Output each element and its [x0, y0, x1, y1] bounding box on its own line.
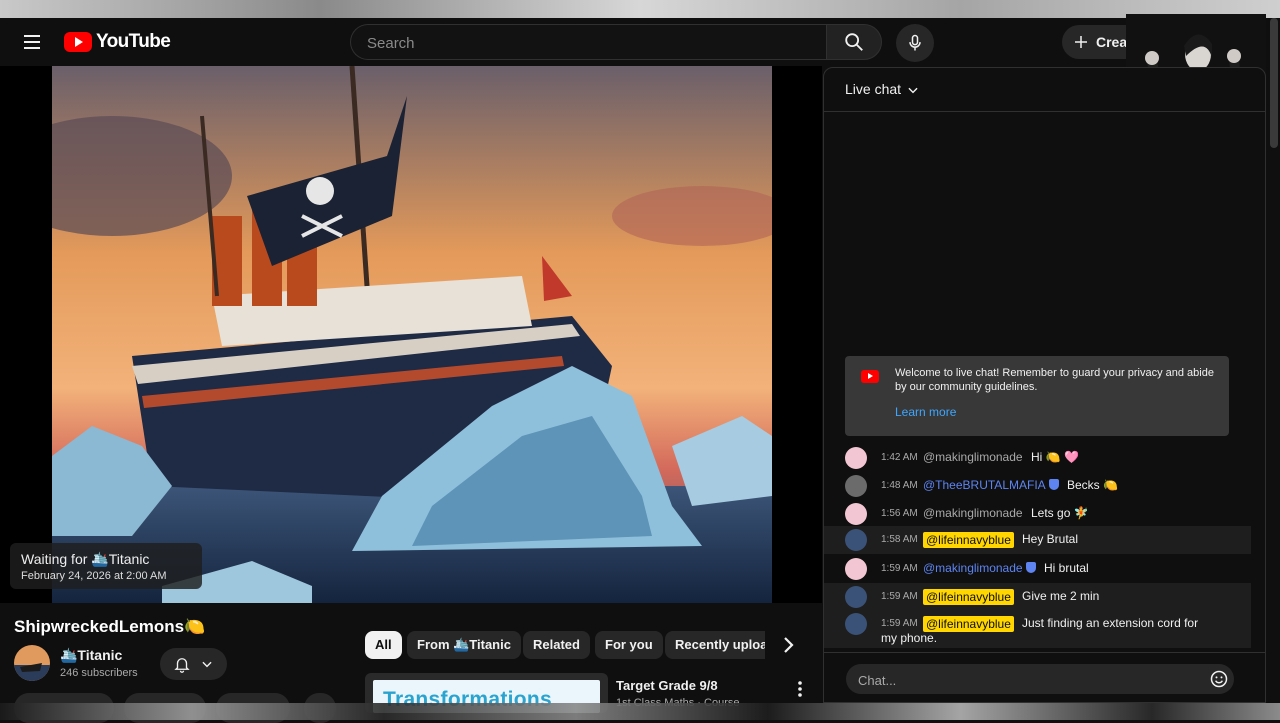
chip-all[interactable]: All: [365, 631, 402, 659]
chat-timestamp: 1:56 AM: [881, 508, 918, 519]
chat-author-avatar[interactable]: [845, 529, 867, 551]
welcome-text: Welcome to live chat! Remember to guard …: [895, 367, 1214, 393]
learn-more-link[interactable]: Learn more: [895, 405, 956, 419]
chat-author-name[interactable]: @makinglimonade: [923, 450, 1023, 464]
chat-author-name[interactable]: @makinglimonade: [923, 506, 1023, 520]
chat-message-text: Give me 2 min: [1022, 589, 1100, 603]
chat-message-text: Hi brutal: [1044, 561, 1089, 575]
youtube-play-icon: [64, 32, 92, 52]
channel-avatar[interactable]: [14, 645, 50, 681]
premiere-waiting-badge: Waiting for 🛳️Titanic February 24, 2026 …: [10, 543, 202, 589]
chat-message[interactable]: 1:59 AM @lifeinnavyblue Give me 2 min: [824, 583, 1251, 611]
waiting-line: Waiting for 🛳️Titanic: [21, 551, 149, 568]
voice-search-button[interactable]: [896, 24, 934, 62]
chat-timestamp: 1:42 AM: [881, 452, 918, 463]
video-title: ShipwreckedLemons🍋: [14, 617, 206, 636]
chat-timestamp: 1:58 AM: [881, 534, 918, 545]
channel-name[interactable]: 🛳️Titanic: [60, 647, 122, 664]
chat-author-name[interactable]: @lifeinnavyblue: [923, 589, 1014, 605]
chip-related[interactable]: Related: [523, 631, 590, 659]
notifications-button[interactable]: [160, 648, 227, 680]
recommended-video-title[interactable]: Target Grade 9/8: [616, 678, 718, 693]
premiere-datetime: February 24, 2026 at 2:00 AM: [21, 570, 167, 582]
chevron-down-icon[interactable]: [906, 83, 920, 97]
chat-welcome-banner: Welcome to live chat! Remember to guard …: [845, 356, 1229, 436]
more-vert-icon[interactable]: [794, 680, 806, 698]
waiting-prefix: Waiting for: [21, 551, 92, 567]
bell-icon: [174, 658, 190, 673]
chat-header[interactable]: Live chat: [824, 68, 1265, 112]
search-button[interactable]: [826, 24, 882, 60]
chat-message-text: Becks 🍋: [1067, 478, 1118, 492]
search-icon: [845, 33, 863, 51]
chat-author-name[interactable]: @TheeBRUTALMAFIA: [923, 478, 1059, 492]
chat-message[interactable]: 1:48 AM @TheeBRUTALMAFIA Becks 🍋: [824, 472, 1251, 500]
chat-message-text: Lets go 🧚: [1031, 506, 1089, 520]
chevron-right-icon[interactable]: [776, 633, 800, 657]
chat-timestamp: 1:59 AM: [881, 563, 918, 574]
channel-avatar-image: [14, 645, 50, 681]
youtube-logo[interactable]: YouTube: [64, 31, 171, 53]
live-chat-panel: Live chat Welcome to live chat! Remember…: [823, 67, 1266, 703]
chip-from-channel[interactable]: From 🛳️Titanic: [407, 631, 521, 659]
chat-author-avatar[interactable]: [845, 613, 867, 635]
youtube-icon: [861, 370, 879, 383]
video-thumbnail-image: [52, 66, 772, 603]
bottom-background-strip: [0, 703, 1280, 720]
chat-message-text: Hi 🍋 🩷: [1031, 450, 1079, 464]
chat-mode-label[interactable]: Live chat: [845, 81, 901, 97]
chat-message[interactable]: 1:59 AM @makinglimonade Hi brutal: [824, 555, 1251, 583]
chat-author-avatar[interactable]: [845, 586, 867, 608]
chat-author-avatar[interactable]: [845, 475, 867, 497]
masthead: YouTube Creat: [0, 18, 1280, 66]
menu-icon[interactable]: [20, 30, 44, 54]
related-filter-chips: All From 🛳️Titanic Related For you Recen…: [365, 631, 765, 661]
chat-message-text: Hey Brutal: [1022, 532, 1079, 546]
chat-input-box: [846, 664, 1234, 696]
search-input[interactable]: [365, 25, 809, 61]
page-scrollbar[interactable]: [1270, 18, 1278, 148]
search-box: [350, 24, 826, 61]
chip-recently-uploaded[interactable]: Recently uploaded: [665, 631, 765, 659]
chat-input-area: [824, 652, 1265, 702]
plus-icon: [1075, 36, 1087, 48]
chevron-down-icon: [202, 661, 212, 668]
chat-input[interactable]: [856, 664, 1200, 696]
chat-author-name[interactable]: @makinglimonade: [923, 561, 1036, 575]
chat-message[interactable]: 1:42 AM @makinglimonade Hi 🍋 🩷: [824, 444, 1251, 472]
video-player[interactable]: Waiting for 🛳️Titanic February 24, 2026 …: [0, 66, 822, 603]
chat-message-text: Just finding an extension cord for my ph…: [881, 616, 1199, 645]
logo-text: YouTube: [96, 31, 171, 52]
waiting-channel: 🛳️Titanic: [91, 551, 150, 567]
chat-message[interactable]: 1:58 AM @lifeinnavyblue Hey Brutal: [824, 526, 1251, 554]
chat-timestamp: 1:59 AM: [881, 591, 918, 602]
chat-message[interactable]: 1:59 AM @lifeinnavyblue Just finding an ex…: [824, 610, 1251, 648]
chip-for-you[interactable]: For you: [595, 631, 663, 659]
moderator-shield-icon: [1025, 562, 1036, 573]
chat-timestamp: 1:48 AM: [881, 480, 918, 491]
chat-message[interactable]: 1:56 AM @makinglimonade Lets go 🧚: [824, 500, 1251, 528]
top-background-strip: [0, 0, 1280, 18]
subscriber-count: 246 subscribers: [60, 667, 138, 679]
moderator-shield-icon: [1048, 479, 1059, 490]
chat-author-avatar[interactable]: [845, 503, 867, 525]
emoji-icon[interactable]: [1209, 669, 1229, 689]
chat-author-avatar[interactable]: [845, 558, 867, 580]
chat-author-name[interactable]: @lifeinnavyblue: [923, 532, 1014, 548]
microphone-icon: [909, 34, 921, 51]
chat-author-avatar[interactable]: [845, 447, 867, 469]
